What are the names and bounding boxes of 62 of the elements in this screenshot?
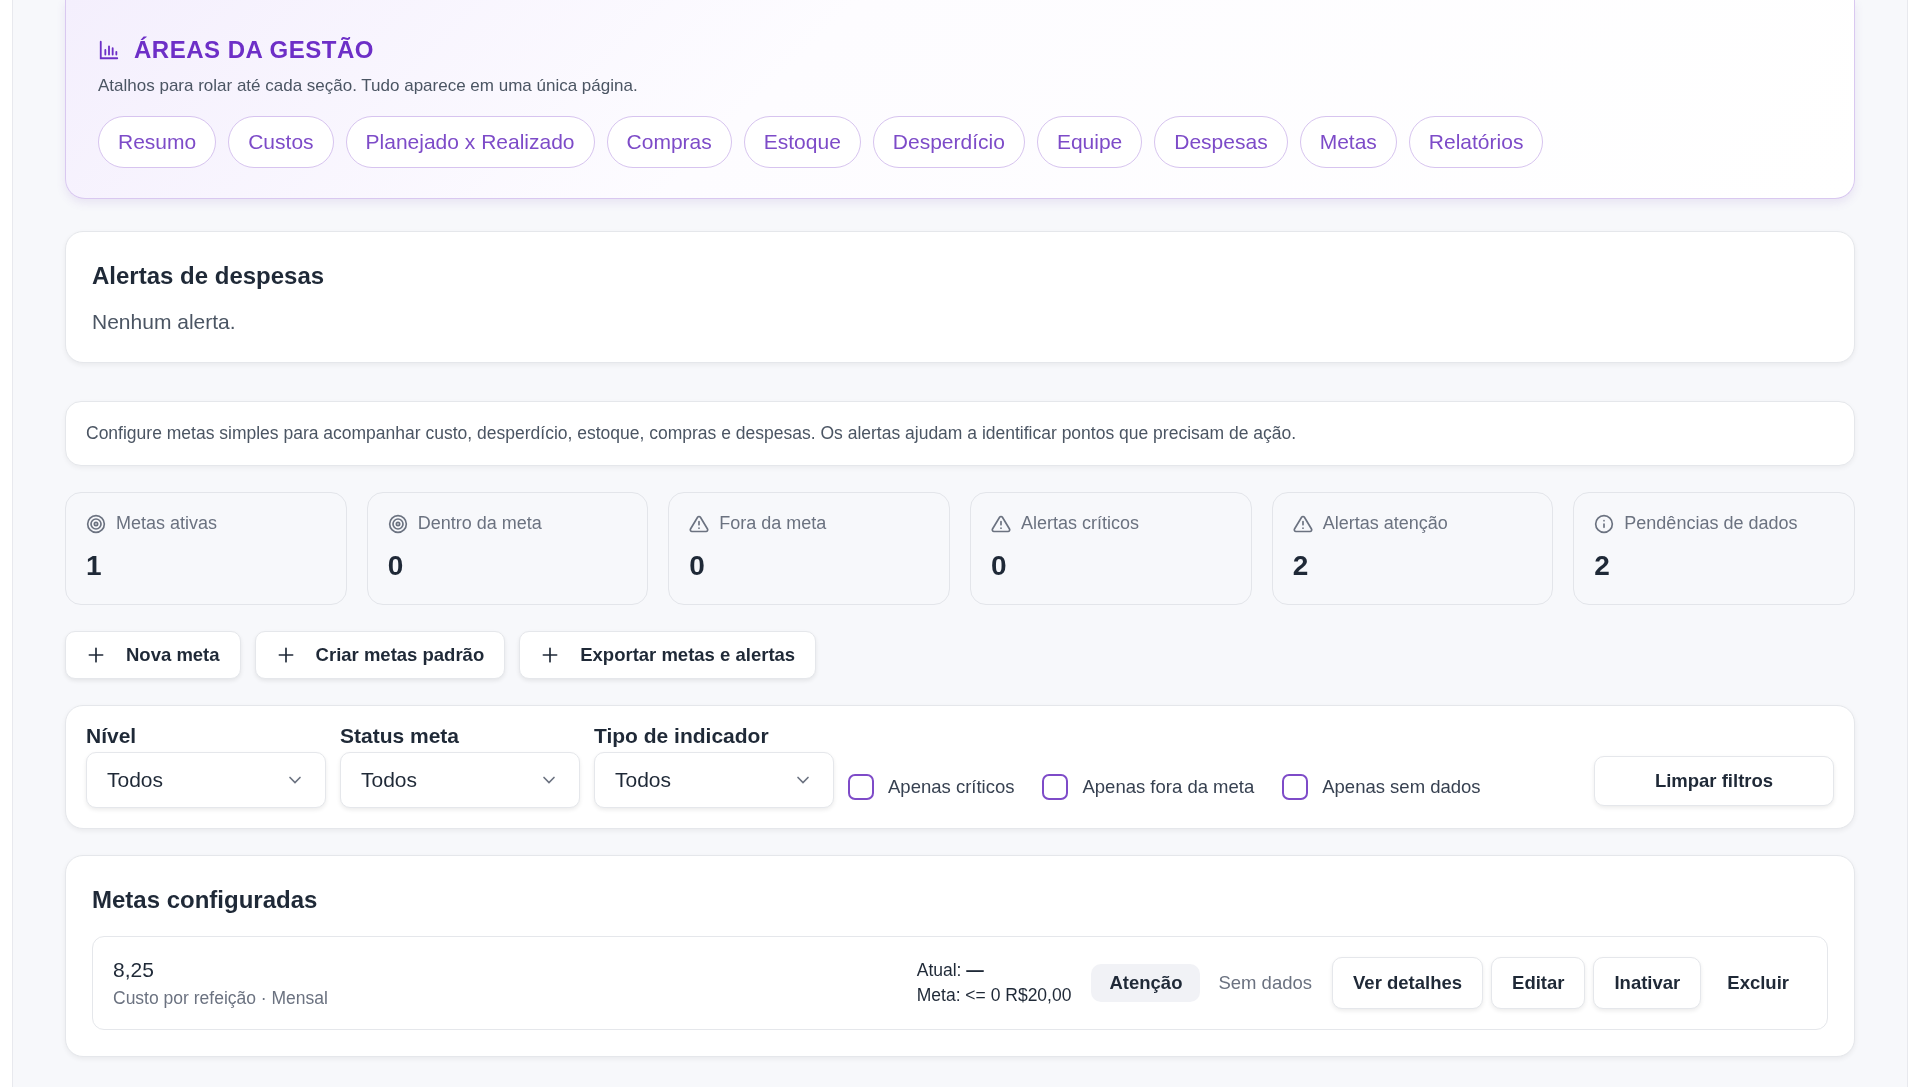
- select-label: Nível: [86, 724, 138, 748]
- checkbox-label: Apenas críticos: [888, 776, 1015, 798]
- checkbox-label: Apenas sem dados: [1322, 776, 1481, 798]
- stat-value: 2: [1292, 550, 1310, 582]
- status-badge: Atenção: [1091, 964, 1201, 1002]
- checkbox[interactable]: [848, 774, 874, 800]
- stat-value: 0: [689, 550, 706, 582]
- card-title: Alertas de despesas: [92, 262, 326, 290]
- section-chip[interactable]: Compras: [606, 116, 732, 168]
- card-title: Metas configuradas: [92, 886, 319, 914]
- info-banner: Configure metas simples para acompanhar custo, desperdício, estoque, compras e despesas. Os alertas ajudam a identificar pontos que precisam de ação.: [65, 401, 1855, 466]
- section-chip[interactable]: Custos: [228, 116, 334, 168]
- section-chip[interactable]: Estoque: [743, 116, 861, 168]
- section-chip[interactable]: Resumo: [98, 116, 217, 168]
- current-reading: Atual: —: [916, 960, 985, 981]
- checkbox[interactable]: [1042, 774, 1069, 800]
- stat-label: Alertas críticos: [1021, 513, 1139, 534]
- empty-message: Nenhum alerta.: [92, 310, 237, 334]
- warning-icon: [991, 513, 1011, 534]
- goal-value: 8,25: [113, 957, 155, 982]
- stat-label: Dentro da meta: [417, 513, 542, 534]
- select-label: Tipo de indicador: [594, 724, 770, 748]
- stat-label: Alertas atenção: [1322, 513, 1448, 534]
- target-icon: [387, 513, 408, 534]
- goal-subtitle: Custo por refeição · Mensal: [113, 987, 329, 1009]
- info-icon: [1594, 513, 1615, 534]
- stat-label: Fora da meta: [719, 513, 827, 534]
- section-chip[interactable]: Planejado x Realizado: [345, 116, 595, 168]
- action-button[interactable]: Nova meta: [65, 631, 241, 679]
- stat-label: Metas ativas: [116, 513, 218, 534]
- section-chip[interactable]: Equipe: [1036, 116, 1143, 168]
- section-chip[interactable]: Relatórios: [1408, 116, 1544, 168]
- select-label: Status meta: [340, 724, 461, 748]
- warning-icon: [689, 513, 710, 534]
- row-button[interactable]: Ver detalhes: [1332, 957, 1484, 1009]
- select-field[interactable]: Todos: [340, 752, 580, 808]
- stat-value: 0: [991, 550, 1008, 582]
- stat-value: 0: [387, 550, 405, 582]
- checkbox[interactable]: [1282, 774, 1309, 800]
- checkbox-label: Apenas fora da meta: [1082, 776, 1255, 798]
- select-field[interactable]: Todos: [86, 752, 326, 808]
- stat-label: Pendências de dados: [1624, 513, 1798, 534]
- section-chip[interactable]: Metas: [1299, 116, 1397, 168]
- action-button[interactable]: Criar metas padrão: [254, 631, 506, 679]
- row-button[interactable]: Inativar: [1593, 957, 1702, 1009]
- section-chip[interactable]: Desperdício: [872, 116, 1025, 168]
- areas-subtitle: Atalhos para rolar até cada seção. Tudo aparece em uma única página.: [98, 76, 639, 96]
- section-chip[interactable]: Despesas: [1154, 116, 1288, 168]
- areas-title: ÁREAS DA GESTÃO: [134, 36, 374, 64]
- clear-filters-button[interactable]: Limpar filtros: [1594, 756, 1834, 806]
- row-button[interactable]: Editar: [1491, 957, 1586, 1009]
- warning-icon: [1292, 513, 1313, 534]
- delete-button[interactable]: Excluir: [1709, 958, 1807, 1008]
- plus-icon: [86, 645, 106, 665]
- goal-target: Meta: <= 0 R$20,00: [916, 985, 1072, 1006]
- bar-chart-icon: [98, 39, 120, 61]
- stat-value: 1: [86, 550, 103, 582]
- target-icon: [86, 513, 106, 534]
- stat-value: 2: [1594, 550, 1611, 582]
- action-button[interactable]: Exportar metas e alertas: [519, 631, 817, 679]
- data-status: Sem dados: [1218, 972, 1313, 994]
- select-field[interactable]: Todos: [594, 752, 834, 808]
